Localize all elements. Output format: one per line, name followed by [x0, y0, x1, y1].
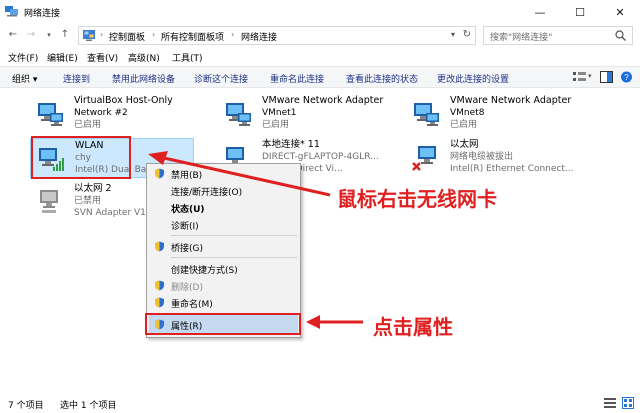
search-input[interactable]: 搜索"网络连接" — [483, 26, 633, 45]
network-connections-icon — [5, 6, 18, 17]
adapter-status: 已启用 — [74, 120, 102, 130]
menu-bar: 文件(F) 编辑(E) 查看(V) 高级(N) 工具(T) — [0, 48, 640, 66]
search-icon[interactable] — [615, 30, 626, 41]
status-bar: 7 个项目 选中 1 个项目 — [0, 393, 640, 413]
adapter-device: Intel(R) Ethernet Connect... — [450, 164, 574, 174]
window-title: 网络连接 — [24, 9, 61, 19]
details-view-icon[interactable] — [604, 397, 616, 409]
menu-edit[interactable]: 编辑(E) — [47, 51, 78, 64]
adapter-virtualbox[interactable]: VirtualBox Host-Only Network #2 已启用 — [30, 94, 220, 134]
adapter-name: VirtualBox Host-Only — [74, 95, 173, 106]
preview-pane-icon[interactable] — [600, 71, 613, 83]
address-bar: ← → ▾ ↑ › 控制面板 › 所有控制面板项 › 网络连接 ▾ ↻ 搜索"网… — [0, 24, 640, 48]
network-adapter-icon — [226, 103, 251, 126]
refresh-icon[interactable]: ↻ — [463, 29, 471, 40]
adapter-status: 已启用 — [262, 120, 290, 130]
adapter-status: 已启用 — [450, 120, 478, 130]
properties-highlight-box — [145, 313, 301, 335]
menu-diagnose[interactable]: 诊断(I) — [171, 219, 199, 232]
menu-file[interactable]: 文件(F) — [8, 51, 38, 64]
breadcrumb-all-items[interactable]: 所有控制面板项 — [161, 30, 224, 43]
menu-bridge[interactable]: 桥接(G) — [171, 241, 203, 254]
item-count: 7 个项目 — [8, 401, 44, 411]
menu-advanced[interactable]: 高级(N) — [128, 51, 160, 64]
view-status-button[interactable]: 查看此连接的状态 — [346, 72, 418, 85]
uac-shield-icon — [155, 280, 164, 291]
menu-view[interactable]: 查看(V) — [87, 51, 118, 64]
change-settings-button[interactable]: 更改此连接的设置 — [437, 72, 509, 85]
address-input[interactable]: › 控制面板 › 所有控制面板项 › 网络连接 ▾ ↻ — [78, 26, 476, 45]
adapter-status: 已禁用 — [74, 196, 102, 206]
svg-text:?: ? — [624, 73, 629, 82]
adapter-list: VirtualBox Host-Only Network #2 已启用 VMwa… — [0, 88, 640, 393]
adapter-vmnet8[interactable]: VMware Network Adapter VMnet8 已启用 — [406, 94, 596, 134]
adapter-status: 网络电缆被拔出 — [450, 152, 514, 162]
uac-shield-icon — [155, 241, 164, 252]
annotation-arrow-right-click — [148, 151, 331, 197]
adapter-vmnet1[interactable]: VMware Network Adapter VMnet1 已启用 — [218, 94, 408, 134]
back-arrow-icon[interactable]: ← — [6, 28, 20, 42]
adapter-detail: VMnet1 — [262, 108, 297, 118]
search-placeholder: 搜索"网络连接" — [490, 33, 553, 43]
large-icons-view-icon[interactable] — [622, 397, 634, 409]
adapter-device: SVN Adapter V1 — [74, 208, 146, 218]
control-panel-icon — [83, 30, 95, 41]
title-bar: 网络连接 — ☐ ✕ — [0, 0, 640, 24]
address-dropdown-icon[interactable]: ▾ — [451, 30, 455, 39]
menu-separator — [171, 257, 297, 258]
ethernet-disabled-icon — [40, 190, 58, 213]
wlan-highlight-box — [31, 136, 131, 179]
network-adapter-icon — [38, 103, 63, 126]
adapter-name: VMware Network Adapter — [262, 95, 384, 106]
adapter-ethernet[interactable]: 以太网 网络电缆被拔出 Intel(R) Ethernet Connect... — [406, 138, 596, 178]
up-arrow-icon[interactable]: ↑ — [58, 28, 72, 42]
menu-separator — [171, 235, 297, 236]
command-bar: 组织 ▾ 连接到 禁用此网络设备 诊断这个连接 重命名此连接 查看此连接的状态 … — [0, 66, 640, 88]
connect-to-button[interactable]: 连接到 — [63, 72, 90, 85]
breadcrumb-separator-icon: › — [152, 30, 156, 39]
menu-tools[interactable]: 工具(T) — [172, 51, 203, 64]
disable-device-button[interactable]: 禁用此网络设备 — [112, 72, 175, 85]
adapter-detail: VMnet8 — [450, 108, 485, 118]
annotation-arrow-properties — [306, 315, 363, 329]
rename-button[interactable]: 重命名此连接 — [270, 72, 324, 85]
adapter-name: 以太网 2 — [74, 183, 112, 194]
uac-shield-icon — [155, 297, 164, 308]
organize-button[interactable]: 组织 ▾ — [12, 72, 37, 85]
diagnose-button[interactable]: 诊断这个连接 — [194, 72, 248, 85]
view-dropdown-icon[interactable]: ▾ — [588, 72, 592, 80]
breadcrumb-separator-icon: › — [100, 30, 104, 39]
ethernet-disconnected-icon — [412, 146, 436, 171]
adapter-name: VMware Network Adapter — [450, 95, 572, 106]
view-options-icon[interactable] — [573, 71, 586, 83]
selected-count: 选中 1 个项目 — [60, 401, 117, 411]
minimize-button[interactable]: — — [520, 0, 560, 24]
menu-rename[interactable]: 重命名(M) — [171, 297, 213, 310]
breadcrumb-separator-icon: › — [231, 30, 235, 39]
help-icon[interactable]: ? — [620, 71, 633, 83]
forward-arrow-icon[interactable]: → — [24, 28, 38, 42]
breadcrumb-control-panel[interactable]: 控制面板 — [109, 30, 145, 43]
network-adapter-icon — [414, 103, 439, 126]
menu-delete: 删除(D) — [171, 283, 203, 293]
breadcrumb-network-connections[interactable]: 网络连接 — [241, 30, 277, 43]
recent-dropdown-icon[interactable]: ▾ — [42, 28, 56, 42]
close-button[interactable]: ✕ — [600, 0, 640, 24]
adapter-detail: Network #2 — [74, 108, 128, 118]
menu-create-shortcut[interactable]: 创建快捷方式(S) — [171, 263, 238, 276]
annotation-right-click-text: 鼠标右击无线网卡 — [337, 187, 497, 211]
adapter-name: 以太网 — [450, 139, 479, 150]
annotation-properties-text: 点击属性 — [373, 315, 453, 339]
maximize-button[interactable]: ☐ — [560, 0, 600, 24]
